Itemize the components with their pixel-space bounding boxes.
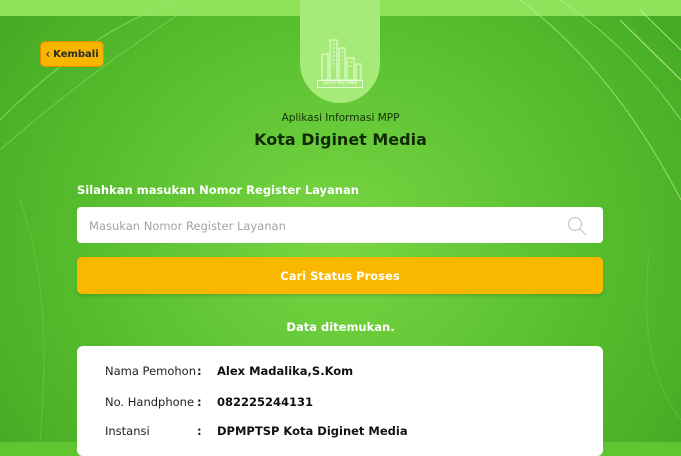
register-number-input[interactable] [87,207,551,245]
search-icon[interactable] [566,215,588,237]
back-button-label: Kembali [53,48,99,60]
search-field-container [77,207,603,245]
result-row-separator: : [197,364,202,378]
search-status-button-label: Cari Status Proses [280,268,400,283]
back-button[interactable]: ‹ Kembali [40,41,104,67]
result-row-value: DPMPTSP Kota Diginet Media [217,424,408,438]
result-row-value: Alex Madalika,S.Kom [217,364,354,378]
logo-caption: LOGO INSTANSI [317,80,363,88]
result-row-separator: : [197,424,202,438]
result-row-instansi: Instansi : DPMPTSP Kota Diginet Media [105,424,408,438]
search-label: Silahkan masukan Nomor Register Layanan [77,183,359,197]
app-subtitle: Aplikasi Informasi MPP [281,112,400,124]
result-row-phone: No. Handphone : 082225244131 [105,395,313,409]
result-row-key: Nama Pemohon [105,364,197,378]
search-status-button[interactable]: Cari Status Proses [77,257,603,294]
result-row-key: No. Handphone [105,395,195,409]
result-row-value: 082225244131 [217,395,314,409]
result-row-key: Instansi [105,424,150,438]
chevron-left-icon: ‹ [45,47,51,61]
page-title: Kota Diginet Media [254,130,427,149]
result-status-text: Data ditemukan. [286,320,395,334]
result-row-name: Nama Pemohon : Alex Madalika,S.Kom [105,364,353,378]
city-logo-icon [321,39,362,81]
result-row-separator: : [197,395,202,409]
